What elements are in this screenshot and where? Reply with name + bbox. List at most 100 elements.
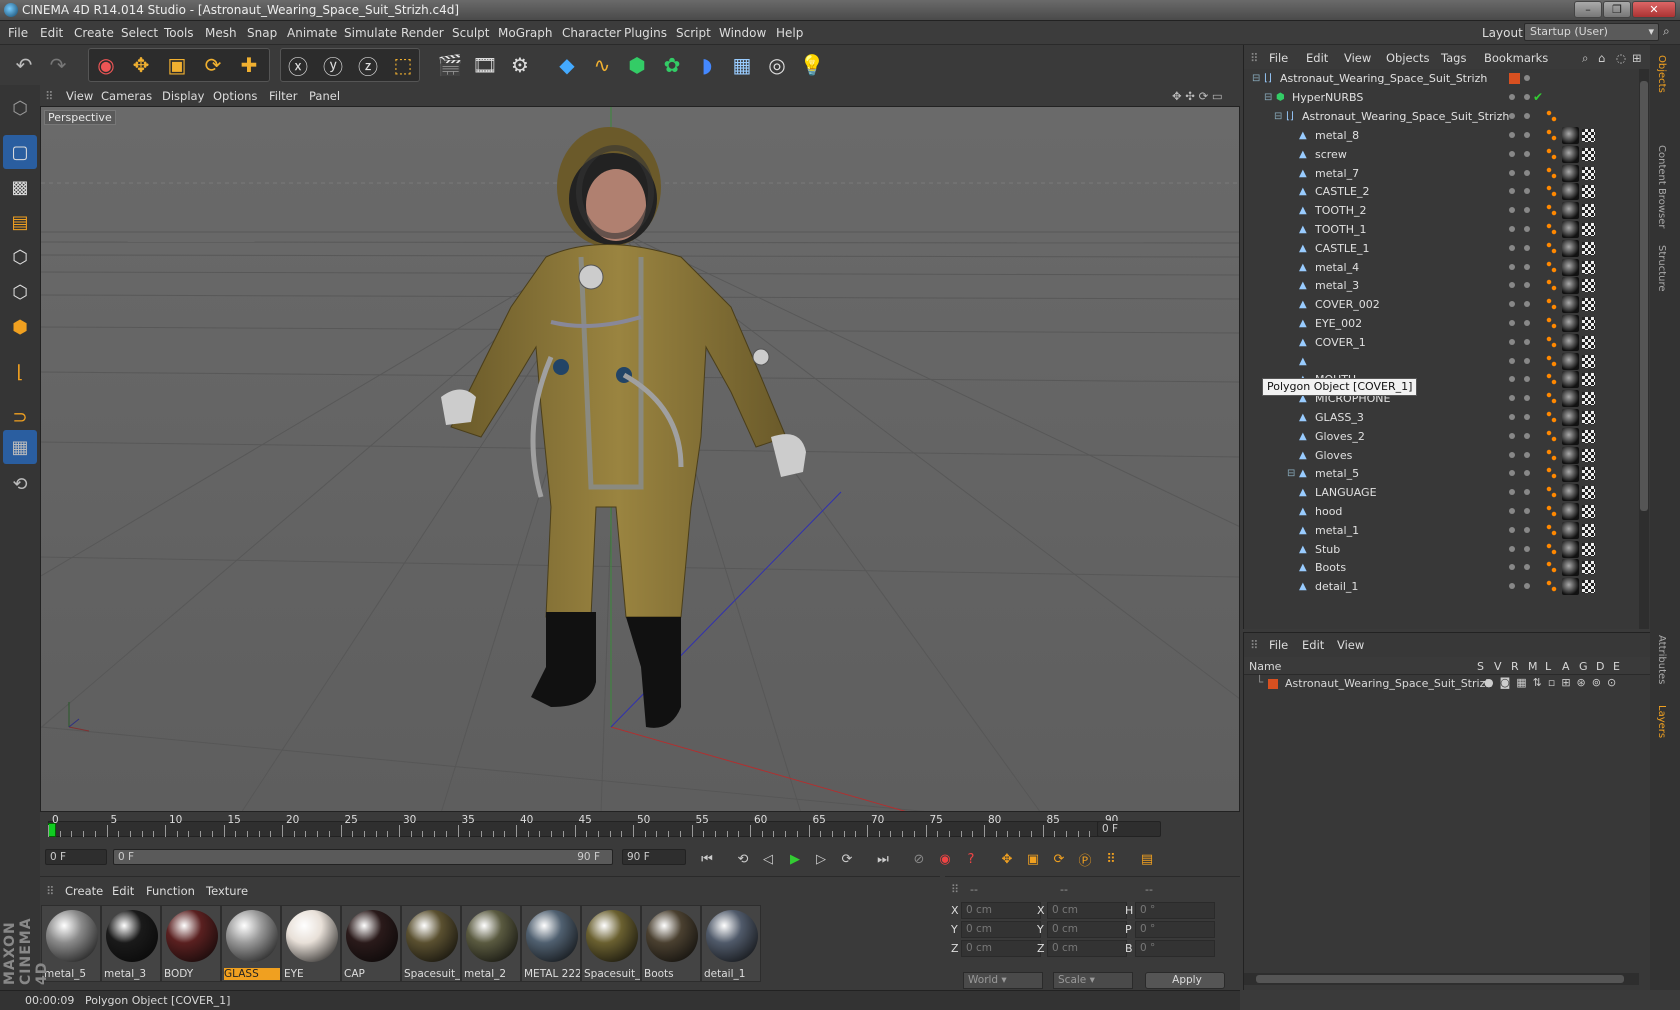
- layer-column-header[interactable]: L: [1545, 660, 1551, 673]
- uvw-tag-icon[interactable]: [1582, 298, 1595, 312]
- object-row[interactable]: ▲ Gloves: [1244, 446, 1644, 465]
- visibility-dot[interactable]: [1509, 113, 1515, 119]
- viewport-menu-display[interactable]: Display: [162, 89, 204, 103]
- uvw-tag-icon[interactable]: [1582, 373, 1595, 387]
- workplane-icon[interactable]: ▤: [3, 205, 37, 239]
- material-menu-function[interactable]: Function: [146, 884, 195, 898]
- menu-edit[interactable]: Edit: [40, 26, 63, 40]
- object-row[interactable]: ▲ LANGUAGE: [1244, 483, 1644, 502]
- phong-tag-icon[interactable]: [1546, 580, 1557, 594]
- menu-select[interactable]: Select: [121, 26, 158, 40]
- objects-menu-view[interactable]: View: [1344, 51, 1371, 65]
- uvw-tag-icon[interactable]: [1582, 166, 1595, 180]
- next-frame-icon[interactable]: ▷: [810, 848, 832, 870]
- render-dot[interactable]: [1524, 132, 1530, 138]
- visibility-dot[interactable]: [1509, 357, 1515, 364]
- phong-tag-icon[interactable]: [1546, 223, 1557, 236]
- render-dot[interactable]: [1524, 395, 1530, 402]
- key-position-icon[interactable]: ✥: [996, 848, 1018, 870]
- objects-menu-edit[interactable]: Edit: [1306, 51, 1328, 65]
- phong-tag-icon[interactable]: [1546, 373, 1557, 387]
- layout-select[interactable]: Startup (User) ▾: [1524, 23, 1659, 41]
- objects-menu-file[interactable]: File: [1269, 51, 1288, 65]
- objects-menu-objects[interactable]: Objects: [1386, 51, 1429, 65]
- visibility-dot[interactable]: [1509, 282, 1515, 289]
- phong-tag-icon[interactable]: [1546, 241, 1557, 255]
- layers-menu-file[interactable]: File: [1269, 638, 1288, 652]
- object-row[interactable]: ▲ TOOTH_2: [1244, 201, 1644, 220]
- material-tag-icon[interactable]: [1562, 277, 1579, 295]
- material-menu-texture[interactable]: Texture: [206, 884, 248, 898]
- material-menu-edit[interactable]: Edit: [112, 884, 134, 898]
- visibility-dot[interactable]: [1509, 301, 1515, 308]
- material-tag-icon[interactable]: [1562, 540, 1579, 558]
- object-row[interactable]: ⊟ ▲ metal_5: [1244, 464, 1644, 483]
- render-dot[interactable]: [1524, 207, 1530, 214]
- home-icon[interactable]: ⌂: [1598, 51, 1605, 65]
- material-tag-icon[interactable]: [1562, 239, 1579, 257]
- key-pla-icon[interactable]: ⠿: [1100, 848, 1122, 870]
- render-dot[interactable]: [1524, 94, 1530, 100]
- coord-field[interactable]: 0 °: [1135, 902, 1215, 919]
- deformer-icon[interactable]: ◗: [691, 49, 723, 81]
- collapse-icon[interactable]: ⊟: [1274, 111, 1282, 122]
- menu-sculpt[interactable]: Sculpt: [452, 26, 489, 40]
- render-settings-icon[interactable]: ⚙: [504, 49, 536, 81]
- key-parameter-icon[interactable]: Ⓟ: [1074, 848, 1096, 870]
- rotate-icon[interactable]: ⟳: [197, 49, 229, 81]
- menu-create[interactable]: Create: [74, 26, 114, 40]
- visibility-dot[interactable]: [1509, 432, 1515, 439]
- menu-render[interactable]: Render: [401, 26, 444, 40]
- phong-tag-icon[interactable]: [1546, 185, 1557, 199]
- object-row[interactable]: ▲ detail_1: [1244, 577, 1644, 596]
- eye-icon[interactable]: ◌: [1616, 51, 1626, 65]
- visibility-dot[interactable]: [1509, 583, 1515, 590]
- material-tag-icon[interactable]: [1562, 484, 1579, 502]
- add-object-icon[interactable]: ✚: [233, 49, 265, 81]
- object-row[interactable]: ▲ TOOTH_1: [1244, 220, 1644, 239]
- current-frame-field[interactable]: 0 F: [1097, 821, 1161, 837]
- cube-icon[interactable]: ◆: [551, 49, 583, 81]
- coord-field[interactable]: 0 cm: [1047, 940, 1127, 957]
- collapse-icon[interactable]: ⊟: [1264, 92, 1272, 103]
- visibility-dot[interactable]: [1509, 244, 1515, 251]
- next-key-icon[interactable]: ⟳: [836, 848, 858, 870]
- uvw-tag-icon[interactable]: [1582, 241, 1595, 255]
- visibility-dot[interactable]: [1509, 564, 1515, 571]
- timeline-ruler[interactable]: 0 5 10 15 20 25 30 35 40 45 50 55 60 65 70 75 80 85 90 0 F: [40, 814, 1240, 843]
- floor-icon[interactable]: ▦: [726, 49, 758, 81]
- phong-tag-icon[interactable]: [1546, 298, 1557, 312]
- render-dot[interactable]: [1524, 526, 1530, 533]
- keyframe-selection-icon[interactable]: ?: [960, 848, 982, 870]
- x-axis-icon[interactable]: ⓧ: [282, 49, 314, 81]
- layer-column-header[interactable]: V: [1494, 660, 1502, 673]
- visibility-dot[interactable]: [1509, 508, 1515, 514]
- polygons-mode-icon[interactable]: ⬢: [3, 310, 37, 344]
- phong-tag-icon[interactable]: [1546, 542, 1557, 556]
- layer-column-header[interactable]: D: [1596, 660, 1604, 673]
- move-icon[interactable]: ✥: [125, 49, 157, 81]
- nurbs-icon[interactable]: ⬢: [621, 49, 653, 81]
- coord-field[interactable]: 0 cm: [961, 921, 1041, 938]
- phong-tag-icon[interactable]: [1546, 486, 1557, 500]
- visibility-dot[interactable]: [1509, 414, 1515, 420]
- axis-icon[interactable]: ⌊: [3, 355, 37, 389]
- layer-flag-icons[interactable]: ●◙▦⇅▫⊞⊛⊚⊙: [1484, 676, 1622, 689]
- uvw-tag-icon[interactable]: [1582, 129, 1595, 142]
- render-dot[interactable]: [1524, 75, 1530, 81]
- uvw-tag-icon[interactable]: [1582, 580, 1595, 594]
- layer-column-header[interactable]: Name: [1249, 660, 1281, 673]
- material-tag-icon[interactable]: [1562, 427, 1579, 445]
- material-tag-icon[interactable]: [1562, 164, 1579, 182]
- material-tag-icon[interactable]: [1562, 465, 1579, 483]
- render-dot[interactable]: [1524, 338, 1530, 345]
- camera-icon[interactable]: ◎: [761, 49, 793, 81]
- coord-field[interactable]: 0 °: [1135, 940, 1215, 957]
- render-dot[interactable]: [1524, 564, 1530, 571]
- layer-scrollbar[interactable]: [1244, 973, 1639, 985]
- object-row[interactable]: ▲ metal_3: [1244, 276, 1644, 295]
- layers-menu-view[interactable]: View: [1337, 638, 1364, 652]
- menu-character[interactable]: Character: [562, 26, 621, 40]
- collapse-icon[interactable]: ⊟: [1252, 73, 1260, 84]
- render-dot[interactable]: [1524, 113, 1530, 119]
